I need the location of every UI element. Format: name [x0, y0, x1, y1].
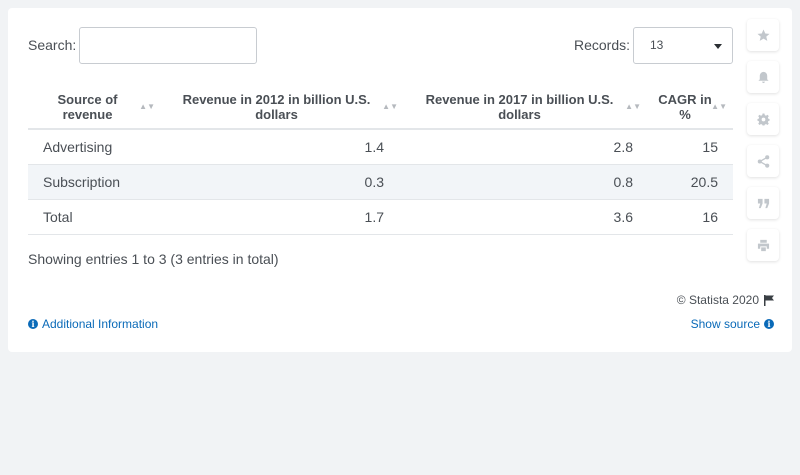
- copyright: © Statista 2020: [677, 293, 774, 307]
- column-header-cagr[interactable]: CAGR in % ▲▼: [647, 86, 733, 130]
- search-input[interactable]: [79, 27, 257, 64]
- records-label: Records:: [574, 37, 631, 53]
- action-sidebar: [747, 19, 779, 271]
- table-row: Subscription 0.3 0.8 20.5: [28, 164, 733, 200]
- bell-icon: [757, 71, 769, 83]
- records-value: 13: [650, 38, 664, 52]
- show-source-label: Show source: [690, 317, 760, 331]
- table-cell: 15: [647, 129, 733, 165]
- copyright-text: © Statista 2020: [676, 293, 759, 307]
- table-cell: 1.7: [161, 199, 404, 235]
- sort-icon: ▲▼: [139, 102, 155, 111]
- table-cell: 3.6: [404, 199, 647, 235]
- column-header-revenue-2017[interactable]: Revenue in 2017 in billion U.S. dollars ▲…: [404, 86, 647, 130]
- table-cell: Subscription: [28, 164, 161, 200]
- notification-button[interactable]: [747, 61, 779, 93]
- statistic-card: Search: Records: 13 Source of revenue ▲▼ …: [8, 8, 792, 352]
- table-cell: 1.4: [161, 129, 404, 165]
- table-header-row: Source of revenue ▲▼ Revenue in 2012 in b…: [28, 86, 733, 130]
- share-icon: [757, 154, 769, 168]
- chevron-down-icon: [714, 44, 722, 49]
- table-cell: 2.8: [404, 129, 647, 165]
- sort-icon: ▲▼: [382, 102, 398, 111]
- search-label: Search:: [28, 37, 77, 53]
- favorite-button[interactable]: [747, 19, 779, 51]
- info-icon: i: [764, 319, 774, 329]
- print-button[interactable]: [747, 229, 779, 261]
- gear-icon: [756, 112, 770, 126]
- table-cell: 0.8: [404, 164, 647, 200]
- quote-icon: [757, 198, 769, 208]
- additional-information-link[interactable]: i Additional Information: [28, 317, 158, 331]
- table-cell: 16: [647, 199, 733, 235]
- table-row: Total 1.7 3.6 16: [28, 199, 733, 235]
- records-select[interactable]: 13: [633, 27, 733, 64]
- cite-button[interactable]: [747, 187, 779, 219]
- sort-icon: ▲▼: [625, 102, 641, 111]
- table-cell: 20.5: [647, 164, 733, 200]
- share-button[interactable]: [747, 145, 779, 177]
- flag-icon: [764, 294, 774, 306]
- data-table: Source of revenue ▲▼ Revenue in 2012 in b…: [28, 86, 733, 235]
- info-icon: i: [28, 319, 38, 329]
- entries-summary: Showing entries 1 to 3 (3 entries in tot…: [28, 251, 279, 267]
- print-icon: [757, 239, 769, 251]
- sort-icon: ▲▼: [711, 102, 727, 111]
- table-row: Advertising 1.4 2.8 15: [28, 129, 733, 165]
- star-icon: [756, 28, 770, 41]
- column-header-revenue-2012[interactable]: Revenue in 2012 in billion U.S. dollars ▲…: [161, 86, 404, 130]
- show-source-link[interactable]: Show source i: [691, 317, 774, 331]
- table-cell: Total: [28, 199, 161, 235]
- column-header-source[interactable]: Source of revenue ▲▼: [28, 86, 161, 130]
- settings-button[interactable]: [747, 103, 779, 135]
- table-cell: 0.3: [161, 164, 404, 200]
- table-cell: Advertising: [28, 129, 161, 165]
- additional-information-label: Additional Information: [42, 317, 159, 331]
